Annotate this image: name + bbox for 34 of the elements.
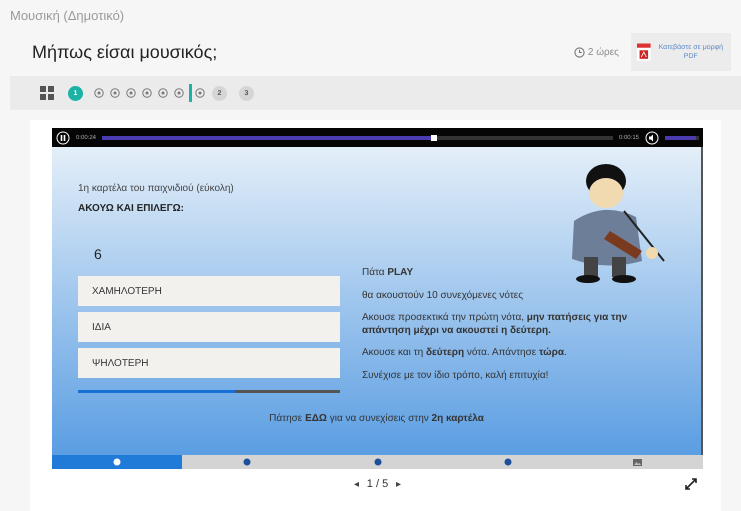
next-button[interactable]: ▸ — [396, 478, 402, 490]
slide-heading: ΑΚΟΥΩ ΚΑΙ ΕΠΙΛΕΓΩ: — [78, 203, 185, 214]
target-icon[interactable] — [195, 88, 205, 98]
dot-icon — [374, 458, 382, 466]
slide-tab[interactable] — [52, 455, 182, 469]
course-category: Μουσική (Δημοτικό) — [10, 8, 126, 25]
lesson-title: Μήπως είσαι μουσικός; — [32, 42, 218, 62]
dot-icon — [504, 458, 512, 466]
instruction-text: Ακουσε και τη δεύτερη νότα. Απάντησε τώρα. — [362, 347, 568, 360]
previous-button[interactable]: ◂ — [354, 478, 359, 490]
slide-subtitle: 1η καρτέλα του παιχνιδιού (εύκολη) — [78, 183, 235, 194]
continue-text: Πάτησε ΕΔΩ για να συνεχίσεις στην 2η καρτέλα — [268, 413, 485, 424]
volume-icon[interactable] — [645, 130, 659, 144]
clock-icon — [574, 46, 585, 58]
pdf-icon — [637, 42, 651, 62]
seek-handle[interactable] — [431, 134, 438, 140]
instruction-text: Πάτα PLAY — [362, 267, 414, 280]
answer-button[interactable]: ΙΔΙΑ — [78, 312, 340, 342]
circle-icon — [113, 458, 122, 466]
grid-icon[interactable] — [40, 86, 54, 100]
expand-icon[interactable] — [685, 478, 697, 490]
instruction-text: Ακουσε προσεκτικά την πρώτη νότα, μην πατήσεις για την απάντηση μέχρι να ακουστεί η δεύτερη. — [362, 312, 628, 337]
seek-track[interactable] — [102, 136, 613, 140]
answer-button[interactable]: ΧΑΜΗΛΟΤΕΡΗ — [78, 276, 340, 306]
page-indicator: 1 / 5 — [366, 478, 388, 490]
image-icon — [633, 458, 642, 466]
duration-text: 2 ώρες — [588, 46, 619, 58]
pause-icon[interactable] — [56, 130, 70, 144]
substep-button[interactable] — [189, 84, 206, 102]
answer-button[interactable]: ΨΗΛΟΤΕΡΗ — [78, 348, 340, 378]
instruction-text: θα ακουστούν 10 συνεχόμενες νότες — [362, 290, 524, 302]
counter-value: 6 — [94, 246, 103, 264]
dot-icon — [243, 458, 252, 466]
instruction-text: Συνέχισε με τον ίδιο τρόπο, καλή επιτυχία! — [362, 370, 550, 382]
